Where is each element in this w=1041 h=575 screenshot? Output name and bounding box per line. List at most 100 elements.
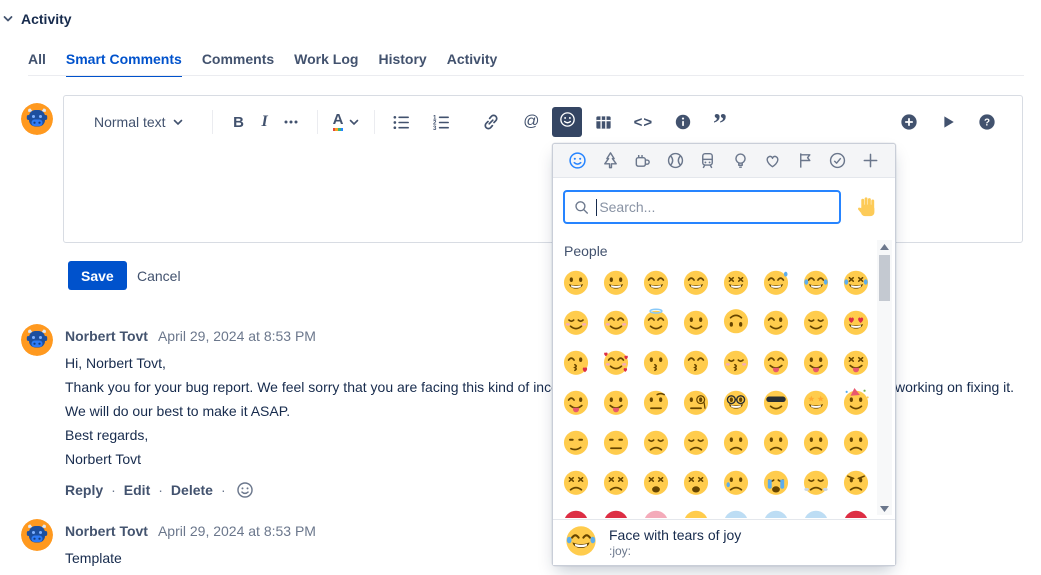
- emoji-frowning-face[interactable]: [836, 422, 876, 462]
- scrollbar-track[interactable]: [877, 253, 892, 502]
- productivity-category-tab[interactable]: [828, 151, 847, 170]
- emoji-smiling-face-with-hearts[interactable]: [596, 342, 636, 382]
- places-category-tab[interactable]: [698, 151, 717, 170]
- emoji-squinting-face-with-tongue[interactable]: [836, 342, 876, 382]
- emoji-grinning-squinting-face[interactable]: [716, 262, 756, 302]
- table-button[interactable]: [590, 107, 616, 137]
- scrollbar-thumb[interactable]: [879, 255, 890, 301]
- emoji-smiling-face[interactable]: [556, 302, 596, 342]
- activity-category-tab[interactable]: [666, 151, 685, 170]
- scroll-up-icon[interactable]: [877, 240, 892, 253]
- people-category-tab[interactable]: [568, 151, 587, 170]
- bullet-list-button[interactable]: [388, 107, 414, 137]
- emoji-face-with-tongue[interactable]: [796, 342, 836, 382]
- emoji-item[interactable]: [676, 502, 716, 518]
- edit-link[interactable]: Edit: [124, 482, 150, 498]
- emoji-tired-face[interactable]: [636, 462, 676, 502]
- emoji-scrollbar[interactable]: [877, 240, 892, 515]
- emoji-grinning-face[interactable]: [556, 262, 596, 302]
- emoji-item[interactable]: [796, 502, 836, 518]
- emoji-item[interactable]: [596, 502, 636, 518]
- quote-button[interactable]: ”: [710, 107, 736, 137]
- emoji-persevering-face[interactable]: [556, 462, 596, 502]
- emoji-face-with-raised-eyebrow[interactable]: [636, 382, 676, 422]
- emoji-partying-face[interactable]: [836, 382, 876, 422]
- skin-tone-selector[interactable]: [856, 196, 879, 219]
- emoji-disappointed-face[interactable]: [636, 422, 676, 462]
- emoji-kissing-face-with-closed-eyes[interactable]: [716, 342, 756, 382]
- emoji-face-savoring-food[interactable]: [756, 342, 796, 382]
- emoji-smirking-face[interactable]: [556, 422, 596, 462]
- emoji-grinning-face-with-sweat[interactable]: [756, 262, 796, 302]
- more-formatting-button[interactable]: [278, 107, 304, 137]
- tab-all[interactable]: All: [28, 51, 46, 77]
- reply-link[interactable]: Reply: [65, 482, 103, 498]
- emoji-item[interactable]: [556, 502, 596, 518]
- collapse-chevron-icon[interactable]: [2, 13, 14, 25]
- emoji-smiling-face-with-sunglasses[interactable]: [756, 382, 796, 422]
- block-style-dropdown[interactable]: Normal text: [94, 114, 183, 130]
- delete-link[interactable]: Delete: [171, 482, 213, 498]
- emoji-slightly-frowning-face[interactable]: [796, 422, 836, 462]
- tab-comments[interactable]: Comments: [202, 51, 274, 77]
- add-button[interactable]: [896, 107, 922, 137]
- tab-smart-comments[interactable]: Smart Comments: [66, 51, 182, 77]
- emoji-smiling-face-with-heart-eyes[interactable]: [836, 302, 876, 342]
- emoji-slightly-smiling-face[interactable]: [676, 302, 716, 342]
- emoji-worried-face[interactable]: [716, 422, 756, 462]
- emoji-upside-down-face[interactable]: [716, 302, 756, 342]
- emoji-item[interactable]: [716, 502, 756, 518]
- flags-category-tab[interactable]: [796, 151, 815, 170]
- emoji-button[interactable]: [552, 107, 582, 137]
- info-panel-button[interactable]: [670, 107, 696, 137]
- emoji-kissing-face[interactable]: [636, 342, 676, 382]
- numbered-list-button[interactable]: 123: [428, 107, 454, 137]
- text-color-button[interactable]: A: [333, 113, 360, 131]
- help-button[interactable]: ?: [974, 107, 1000, 137]
- symbols-category-tab[interactable]: [763, 151, 782, 170]
- emoji-search-field[interactable]: [563, 190, 841, 224]
- emoji-grinning-face-with-big-eyes[interactable]: [596, 262, 636, 302]
- code-block-button[interactable]: <>: [630, 107, 656, 137]
- emoji-crying-face[interactable]: [716, 462, 756, 502]
- emoji-item[interactable]: [756, 502, 796, 518]
- emoji-confused-face[interactable]: [756, 422, 796, 462]
- emoji-nerd-face[interactable]: [716, 382, 756, 422]
- comment-author[interactable]: Norbert Tovt: [65, 523, 148, 539]
- emoji-zany-face[interactable]: [596, 382, 636, 422]
- emoji-star-struck[interactable]: [796, 382, 836, 422]
- preview-button[interactable]: [935, 107, 961, 137]
- emoji-search-input[interactable]: [599, 199, 830, 215]
- objects-category-tab[interactable]: [731, 151, 750, 170]
- emoji-rolling-on-the-floor-laughing[interactable]: [836, 262, 876, 302]
- emoji-item[interactable]: [836, 502, 876, 518]
- foods-category-tab[interactable]: [633, 151, 652, 170]
- emoji-beaming-face-with-smiling-eyes[interactable]: [676, 262, 716, 302]
- nature-category-tab[interactable]: [601, 151, 620, 170]
- italic-button[interactable]: I: [252, 107, 278, 137]
- emoji-smiling-face-with-smiling-eyes[interactable]: [596, 302, 636, 342]
- emoji-pensive-face[interactable]: [676, 422, 716, 462]
- scroll-down-icon[interactable]: [877, 502, 892, 515]
- emoji-loudly-crying-face[interactable]: [756, 462, 796, 502]
- emoji-grinning-face-with-smiling-eyes[interactable]: [636, 262, 676, 302]
- emoji-kissing-face-with-smiling-eyes[interactable]: [676, 342, 716, 382]
- emoji-item[interactable]: [636, 502, 676, 518]
- emoji-face-with-monocle[interactable]: [676, 382, 716, 422]
- emoji-relieved-face[interactable]: [796, 302, 836, 342]
- tab-work-log[interactable]: Work Log: [294, 51, 358, 77]
- emoji-winking-face-with-tongue[interactable]: [556, 382, 596, 422]
- emoji-face-with-tears-of-joy[interactable]: [796, 262, 836, 302]
- bold-button[interactable]: B: [226, 107, 252, 137]
- link-button[interactable]: [478, 107, 504, 137]
- emoji-face-with-steam-from-nose[interactable]: [796, 462, 836, 502]
- emoji-weary-face[interactable]: [676, 462, 716, 502]
- mention-button[interactable]: @: [518, 107, 544, 137]
- emoji-confounded-face[interactable]: [596, 462, 636, 502]
- save-button[interactable]: Save: [68, 261, 127, 290]
- emoji-unamused-face[interactable]: [596, 422, 636, 462]
- emoji-angry-face[interactable]: [836, 462, 876, 502]
- tab-activity[interactable]: Activity: [447, 51, 498, 77]
- tab-history[interactable]: History: [378, 51, 426, 77]
- comment-author[interactable]: Norbert Tovt: [65, 328, 148, 344]
